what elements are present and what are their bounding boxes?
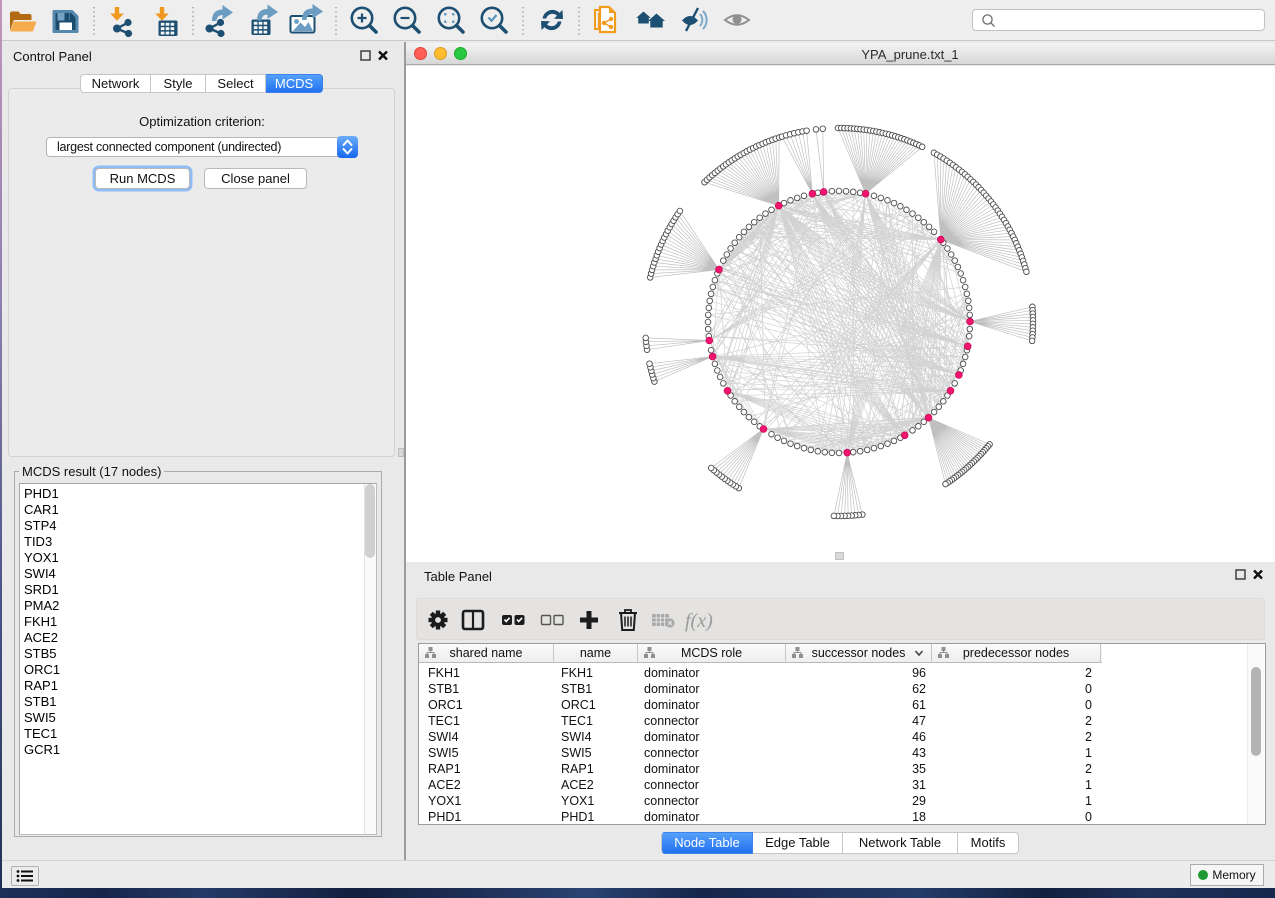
svg-text:f(x): f(x) bbox=[685, 610, 713, 632]
